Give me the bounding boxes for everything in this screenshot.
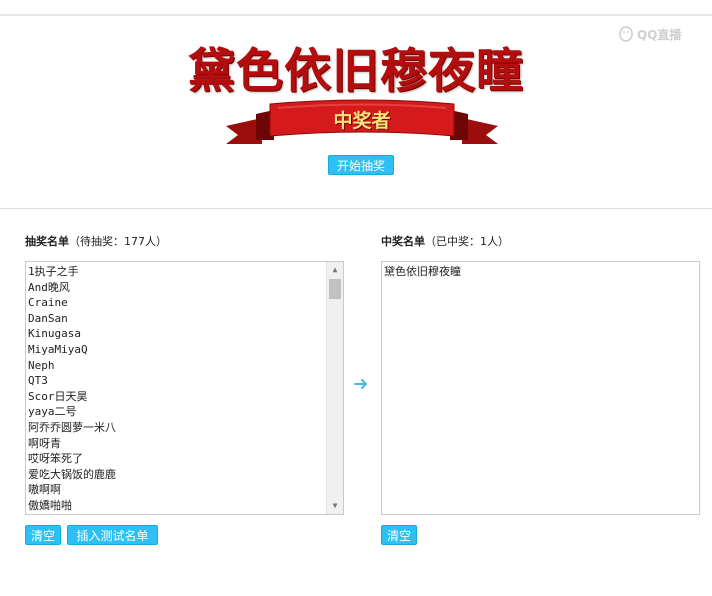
arrow-right-icon — [354, 379, 367, 389]
list-item[interactable]: 啊呀青 — [28, 436, 343, 452]
list-item[interactable]: 1执子之手 — [28, 264, 343, 280]
list-item[interactable]: 黛色依旧穆夜瞳 — [384, 264, 699, 280]
pool-title: 抽奖名单 — [25, 235, 69, 248]
section-divider — [0, 208, 712, 209]
pool-scrollbar[interactable]: ▲ ▼ — [326, 262, 343, 514]
winner-display-name: 黛色依旧穆夜瞳 — [188, 44, 524, 99]
list-item[interactable]: 傲嬌啪啪 — [28, 498, 343, 514]
list-item[interactable]: 阿乔乔圆萝一米八 — [28, 420, 343, 436]
pool-count: （待抽奖：177人） — [69, 235, 167, 248]
winners-list[interactable]: 黛色依旧穆夜瞳 — [381, 261, 700, 515]
scroll-thumb[interactable] — [329, 279, 341, 299]
winners-title: 中奖名单 — [381, 235, 425, 248]
pool-header: 抽奖名单（待抽奖：177人） — [25, 233, 167, 249]
insert-test-names-button[interactable]: 插入测试名单 — [67, 525, 158, 545]
clear-winners-button[interactable]: 清空 — [381, 525, 417, 545]
list-item[interactable]: Craine — [28, 295, 343, 311]
winners-count: （已中奖：1人） — [425, 235, 509, 248]
list-item[interactable]: Kinugasa — [28, 326, 343, 342]
winners-header: 中奖名单（已中奖：1人） — [381, 233, 509, 249]
pool-list[interactable]: 1执子之手 And晚风 Craine DanSan Kinugasa MiyaMiyaQ N… — [25, 261, 344, 515]
list-item[interactable]: MiyaMiyaQ — [28, 342, 343, 358]
start-draw-button[interactable]: 开始抽奖 — [328, 155, 394, 175]
list-item[interactable]: 爱吃大锅饭的鹿鹿 — [28, 467, 343, 483]
ribbon-label: 中奖者 — [333, 110, 391, 132]
list-item[interactable]: And晚风 — [28, 280, 343, 296]
list-item[interactable]: Scor日天昊 — [28, 389, 343, 405]
list-item[interactable]: 嗷啊啊 — [28, 482, 343, 498]
list-item[interactable]: yaya二号 — [28, 404, 343, 420]
list-item[interactable]: Neph — [28, 358, 343, 374]
scroll-up-icon[interactable]: ▲ — [327, 262, 343, 278]
list-item[interactable]: 哎呀笨死了 — [28, 451, 343, 467]
clear-pool-button[interactable]: 清空 — [25, 525, 61, 545]
list-item[interactable]: QT3 — [28, 373, 343, 389]
list-item[interactable]: DanSan — [28, 311, 343, 327]
top-divider — [0, 14, 712, 16]
scroll-down-icon[interactable]: ▼ — [327, 498, 343, 514]
